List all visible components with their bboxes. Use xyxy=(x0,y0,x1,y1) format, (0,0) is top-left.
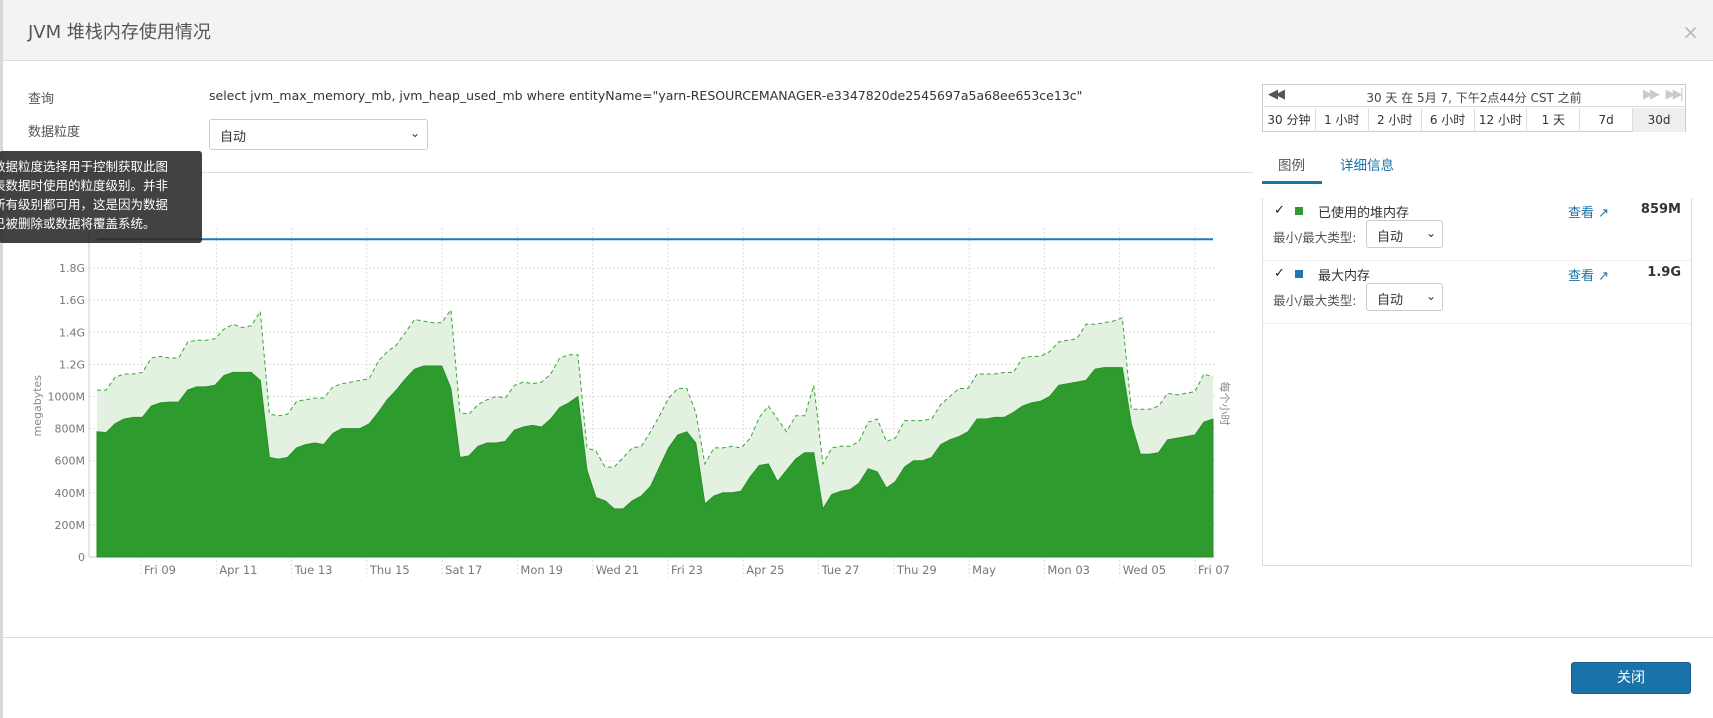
series-name: 已使用的堆内存 xyxy=(1318,206,1410,221)
range-30d-button[interactable]: 30d xyxy=(1633,108,1685,132)
external-link-icon: ↗ xyxy=(1598,269,1610,284)
y-tick-label: 800M xyxy=(55,423,86,436)
series-swatch xyxy=(1295,270,1303,278)
tooltip-line: 数据粒度选择用于控制获取此图 xyxy=(0,159,169,174)
legend-item-max-memory: ✓ 最大内存 查看 ↗ 1.9G 最小/最大类型: 自动 ⌄ xyxy=(1263,261,1691,324)
view-link[interactable]: 查看 ↗ xyxy=(1568,265,1609,284)
tab-legend[interactable]: 图例 xyxy=(1278,154,1305,174)
right-panel-tabs: 图例 详细信息 xyxy=(1262,150,1692,184)
time-range-buttons: 30 分钟 1 小时 2 小时 6 小时 12 小时 1 天 7d 30d xyxy=(1263,108,1685,132)
x-tick-label: May xyxy=(972,563,996,577)
time-range-caption-bar: ◀◀ 30 天 在 5月 7, 下午2点44分 CST 之前 ▶▶ ▶▶| xyxy=(1263,85,1685,107)
tooltip-line: 所有级别都可用，这是因为数据 xyxy=(0,197,169,212)
granularity-select[interactable]: 自动 ⌄ xyxy=(209,119,428,150)
series-value: 859M xyxy=(1640,202,1681,217)
query-label: 查询 xyxy=(28,92,55,107)
right-axis-label: 每个小时 xyxy=(1218,382,1232,426)
chevron-down-icon: ⌄ xyxy=(1425,226,1436,240)
time-range-caption: 30 天 在 5月 7, 下午2点44分 CST 之前 xyxy=(1366,91,1582,105)
query-text: select jvm_max_memory_mb, jvm_heap_used_… xyxy=(209,88,1083,103)
fast-forward-icon[interactable]: ▶▶| xyxy=(1666,87,1684,102)
x-tick-label: Apr 25 xyxy=(746,563,784,577)
y-tick-label: 600M xyxy=(55,455,86,468)
external-link-icon: ↗ xyxy=(1598,206,1610,221)
minmax-label: 最小/最大类型: xyxy=(1273,293,1357,308)
x-tick-label: Fri 09 xyxy=(144,563,176,577)
minmax-selected: 自动 xyxy=(1377,230,1404,245)
modal-header: JVM 堆栈内存使用情况 × xyxy=(3,0,1713,61)
x-tick-label: Mon 03 xyxy=(1047,563,1090,577)
y-tick-label: 400M xyxy=(55,487,86,500)
range-30min-button[interactable]: 30 分钟 xyxy=(1263,108,1316,132)
y-tick-label: 1.4G xyxy=(59,326,85,339)
x-tick-label: Fri 07 xyxy=(1198,563,1230,577)
y-tick-label: 1.2G xyxy=(59,358,85,371)
y-tick-label: 1.8G xyxy=(59,262,85,275)
x-tick-label: Thu 29 xyxy=(896,563,937,577)
tab-details[interactable]: 详细信息 xyxy=(1340,154,1394,174)
x-tick-label: Wed 21 xyxy=(596,563,639,577)
series-name: 最大内存 xyxy=(1318,269,1371,284)
y-tick-label: 1000M xyxy=(48,391,86,404)
check-icon[interactable]: ✓ xyxy=(1274,266,1285,281)
close-button[interactable]: 关闭 xyxy=(1571,662,1691,694)
granularity-tooltip: 数据粒度选择用于控制获取此图 表数据时使用的粒度级别。并非 所有级别都可用，这是… xyxy=(0,151,202,243)
y-tick-label: 200M xyxy=(55,519,86,532)
x-tick-label: Fri 23 xyxy=(671,563,703,577)
x-tick-label: Sat 17 xyxy=(445,563,482,577)
minmax-select[interactable]: 自动 ⌄ xyxy=(1366,283,1443,311)
forward-icon[interactable]: ▶▶ xyxy=(1643,87,1660,102)
active-tab-indicator xyxy=(1262,181,1322,184)
x-tick-label: Apr 11 xyxy=(219,563,257,577)
range-12h-button[interactable]: 12 小时 xyxy=(1475,108,1528,132)
x-tick-label: Tue 27 xyxy=(821,563,860,577)
view-link-label: 查看 xyxy=(1568,206,1595,221)
minmax-label: 最小/最大类型: xyxy=(1273,230,1357,245)
y-tick-label: 1.6G xyxy=(59,294,85,307)
chevron-down-icon: ⌄ xyxy=(409,126,420,140)
x-tick-label: Thu 15 xyxy=(369,563,410,577)
minmax-select[interactable]: 自动 ⌄ xyxy=(1366,220,1443,248)
range-1d-button[interactable]: 1 天 xyxy=(1527,108,1581,132)
view-link-label: 查看 xyxy=(1568,269,1595,284)
legend-item-heap-used: ✓ 已使用的堆内存 查看 ↗ 859M 最小/最大类型: 自动 ⌄ xyxy=(1263,198,1691,261)
range-7d-button[interactable]: 7d xyxy=(1580,108,1634,132)
chevron-down-icon: ⌄ xyxy=(1425,289,1436,303)
range-2h-button[interactable]: 2 小时 xyxy=(1369,108,1422,132)
time-range-selector: ◀◀ 30 天 在 5月 7, 下午2点44分 CST 之前 ▶▶ ▶▶| 30… xyxy=(1262,84,1686,132)
x-tick-label: Wed 05 xyxy=(1123,563,1166,577)
granularity-label: 数据粒度 xyxy=(28,125,81,140)
x-tick-label: Mon 19 xyxy=(520,563,563,577)
range-6h-button[interactable]: 6 小时 xyxy=(1422,108,1475,132)
y-axis-label: megabytes xyxy=(31,375,44,437)
footer-divider xyxy=(3,637,1713,638)
minmax-selected: 自动 xyxy=(1377,293,1404,308)
y-tick-label: 0 xyxy=(78,551,85,564)
close-icon[interactable]: × xyxy=(1682,20,1699,44)
jvm-heap-modal: JVM 堆栈内存使用情况 × 查询 select jvm_max_memory_… xyxy=(0,0,1713,718)
check-icon[interactable]: ✓ xyxy=(1274,203,1285,218)
series-value: 1.9G xyxy=(1647,265,1681,280)
tooltip-line: 已被删除或数据将覆盖系统。 xyxy=(0,216,156,231)
granularity-selected: 自动 xyxy=(220,130,247,145)
range-1h-button[interactable]: 1 小时 xyxy=(1316,108,1369,132)
x-tick-label: Tue 13 xyxy=(294,563,333,577)
series-swatch xyxy=(1295,207,1303,215)
legend-panel: ✓ 已使用的堆内存 查看 ↗ 859M 最小/最大类型: 自动 ⌄ ✓ 最大内存… xyxy=(1262,198,1692,566)
modal-title: JVM 堆栈内存使用情况 xyxy=(28,22,211,43)
view-link[interactable]: 查看 ↗ xyxy=(1568,202,1609,221)
tooltip-line: 表数据时使用的粒度级别。并非 xyxy=(0,178,169,193)
